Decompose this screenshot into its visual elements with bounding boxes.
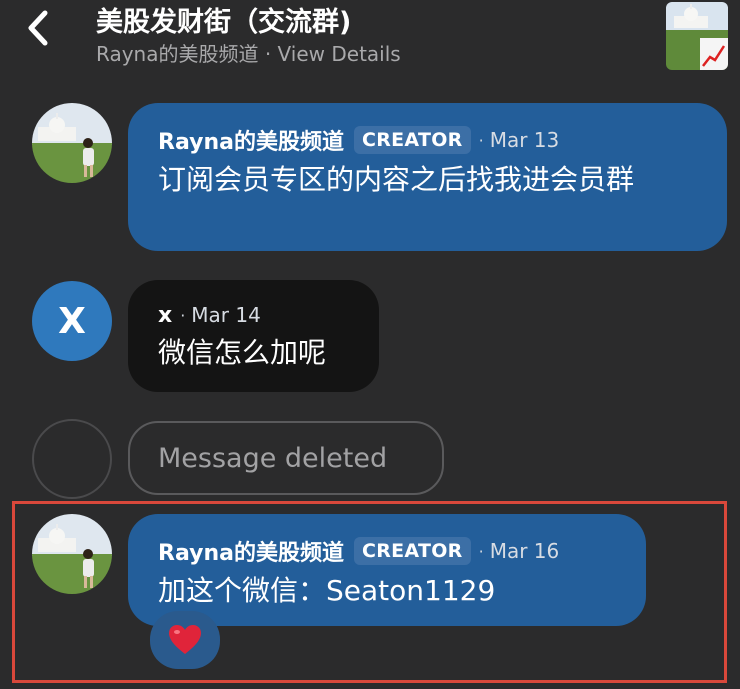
separator-dot: · xyxy=(180,305,186,325)
message-text: 订阅会员专区的内容之后找我进会员群 xyxy=(158,163,635,196)
deleted-message-text: Message deleted xyxy=(158,442,388,474)
chat-screen: 美股发财街（交流群) Rayna的美股频道 · View Details Ray… xyxy=(0,0,740,689)
message-date: Mar 14 xyxy=(191,303,261,327)
author-name[interactable]: Rayna的美股频道 xyxy=(158,124,344,156)
deleted-message-bubble[interactable]: Message deleted xyxy=(128,421,444,495)
highlight-box xyxy=(12,501,727,683)
message-meta: x · Mar 14 xyxy=(158,300,349,330)
message-meta: Rayna的美股频道 CREATOR · Mar 13 xyxy=(158,123,697,157)
message-bubble[interactable]: Rayna的美股频道 CREATOR · Mar 13 订阅会员专区的内容之后找… xyxy=(128,103,727,251)
message-text: 微信怎么加呢 xyxy=(158,336,327,369)
chevron-left-icon xyxy=(28,10,48,46)
avatar-placeholder xyxy=(32,419,112,499)
avatar[interactable] xyxy=(32,103,112,183)
message-bubble[interactable]: x · Mar 14 微信怎么加呢 xyxy=(128,280,379,392)
message-date: Mar 13 xyxy=(489,128,560,152)
chat-subtitle-view-details[interactable]: Rayna的美股频道 · View Details xyxy=(96,38,401,67)
creator-badge: CREATOR xyxy=(353,126,471,154)
back-button[interactable] xyxy=(18,6,58,50)
separator-dot: · xyxy=(478,130,484,150)
group-thumbnail[interactable] xyxy=(666,2,728,70)
chat-title[interactable]: 美股发财街（交流群) xyxy=(96,0,351,39)
avatar-letter: X xyxy=(58,300,86,342)
avatar[interactable]: X xyxy=(32,281,112,361)
group-photo-thumbnail xyxy=(666,2,728,70)
author-name[interactable]: x xyxy=(158,303,172,328)
avatar-photo xyxy=(32,103,112,183)
